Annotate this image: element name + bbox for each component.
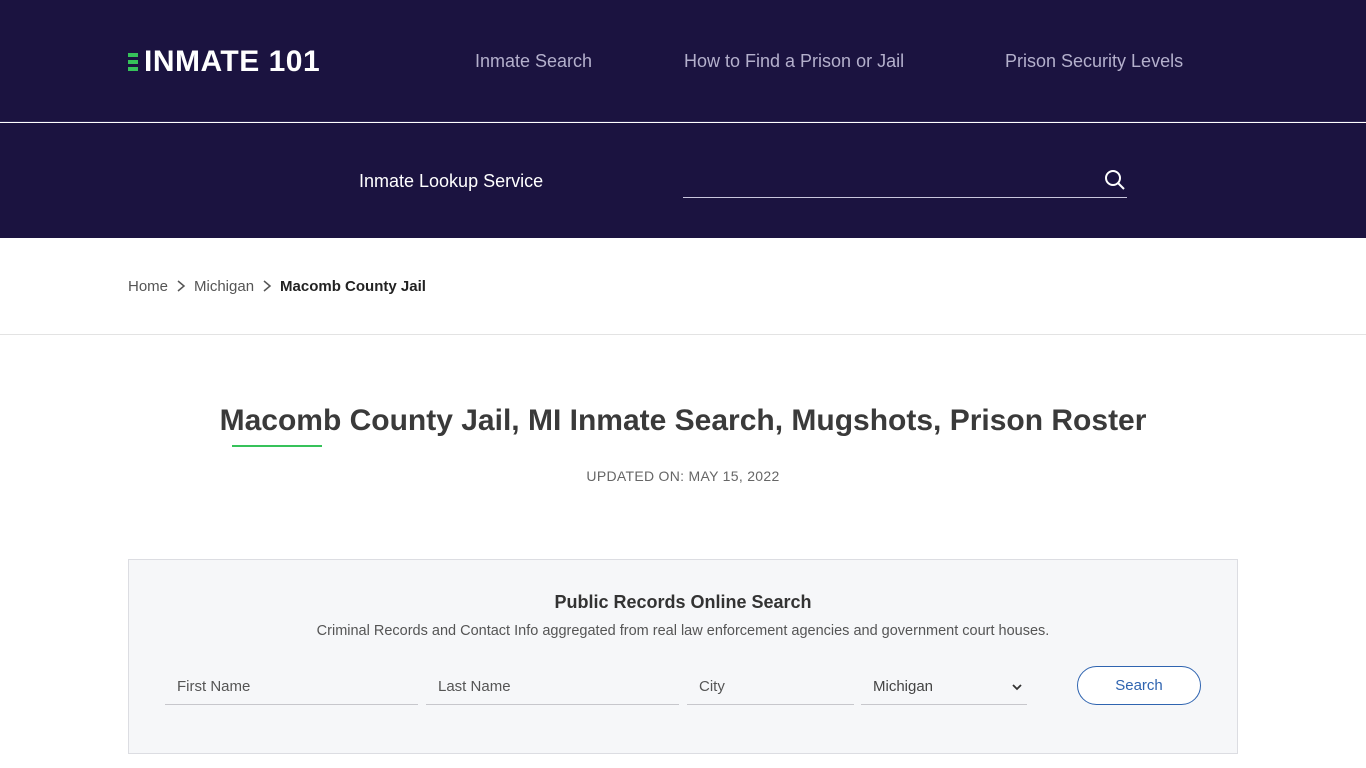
page-title: Macomb County Jail, MI Inmate Search, Mu… — [219, 404, 1147, 437]
site-header: INMATE 101 Inmate Search How to Find a P… — [0, 0, 1366, 122]
nav-link-find-prison[interactable]: How to Find a Prison or Jail — [684, 48, 904, 74]
site-logo[interactable]: INMATE 101 — [128, 44, 320, 80]
chevron-right-icon — [177, 280, 186, 292]
records-subtitle: Criminal Records and Contact Info aggreg… — [316, 623, 1050, 639]
title-underline — [232, 445, 322, 447]
logo-bars-icon — [128, 53, 138, 71]
nav-link-security-levels[interactable]: Prison Security Levels — [1005, 48, 1183, 74]
state-select-value: Michigan — [873, 678, 934, 695]
city-input[interactable] — [699, 670, 846, 704]
inmate-lookup-bar: Inmate Lookup Service — [0, 123, 1366, 238]
breadcrumb-michigan[interactable]: Michigan — [194, 278, 254, 295]
lookup-search-input[interactable] — [683, 163, 1093, 197]
section-divider — [0, 334, 1366, 335]
logo-text: INMATE 101 — [144, 45, 321, 78]
city-field[interactable] — [687, 670, 854, 705]
lookup-label: Inmate Lookup Service — [359, 171, 544, 191]
nav-link-inmate-search[interactable]: Inmate Search — [475, 48, 592, 74]
last-name-field[interactable] — [426, 670, 679, 705]
public-records-search: Public Records Online Search Criminal Re… — [128, 559, 1238, 754]
nav-item-security-levels[interactable]: Prison Security Levels — [1005, 48, 1183, 74]
first-name-field[interactable] — [165, 670, 418, 705]
breadcrumb-home[interactable]: Home — [128, 278, 168, 295]
nav-item-inmate-search[interactable]: Inmate Search — [475, 48, 592, 74]
lookup-search-field[interactable] — [683, 163, 1127, 198]
records-title: Public Records Online Search — [554, 592, 812, 612]
nav-item-find-prison[interactable]: How to Find a Prison or Jail — [684, 48, 904, 74]
chevron-right-icon — [263, 280, 272, 292]
search-icon[interactable] — [1103, 168, 1127, 192]
first-name-input[interactable] — [177, 670, 410, 704]
state-select[interactable]: Michigan — [861, 670, 1027, 705]
search-button[interactable]: Search — [1077, 666, 1201, 705]
breadcrumb-current: Macomb County Jail — [280, 277, 426, 295]
breadcrumb: Home Michigan Macomb County Jail — [128, 276, 426, 296]
last-name-input[interactable] — [438, 670, 671, 704]
chevron-down-icon — [1012, 684, 1022, 691]
updated-date: UPDATED ON: MAY 15, 2022 — [586, 468, 780, 484]
